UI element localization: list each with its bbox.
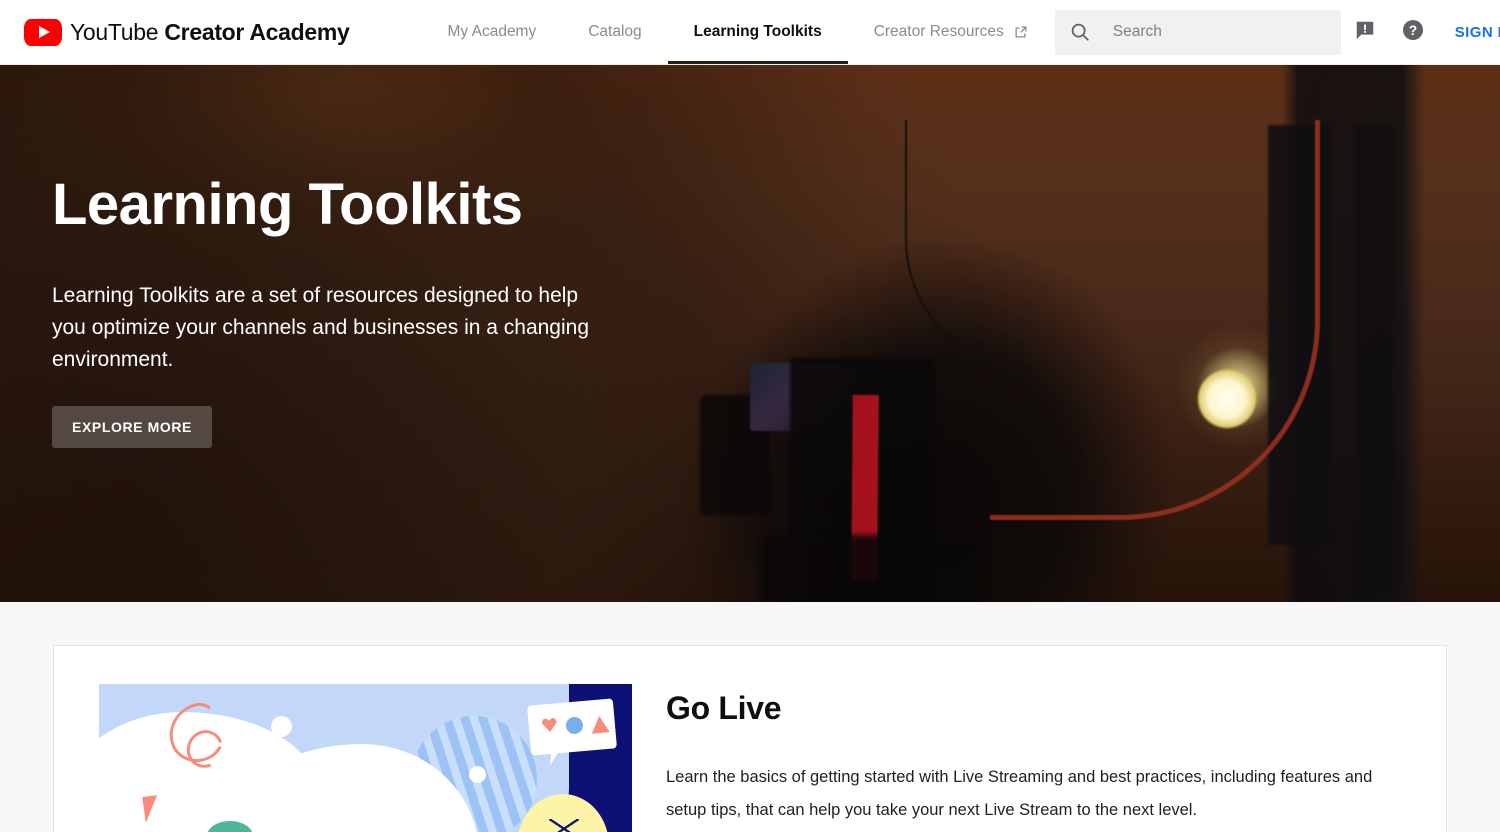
- explore-more-button[interactable]: EXPLORE MORE: [52, 405, 212, 448]
- toolkit-card-title: Go Live: [666, 690, 782, 726]
- nav-item-label: Learning Toolkits: [693, 23, 822, 40]
- help-question-circle-icon: ?: [1401, 18, 1425, 47]
- brand-title-bold: Creator Academy: [164, 18, 350, 45]
- illustration-bubble-triangle: [590, 715, 610, 734]
- primary-navigation: My Academy Catalog Learning Toolkits Cre…: [422, 0, 1055, 64]
- feedback-speech-bubble-icon: [1354, 19, 1376, 46]
- brand-logo-link[interactable]: YouTube Creator Academy: [24, 18, 350, 46]
- header-actions: ? SIGN IN: [1054, 8, 1500, 56]
- help-button[interactable]: ?: [1389, 8, 1437, 56]
- search-icon: [1069, 21, 1091, 43]
- sign-in-button[interactable]: SIGN IN: [1455, 24, 1500, 41]
- youtube-play-icon: [24, 18, 62, 46]
- search-box[interactable]: [1054, 9, 1341, 55]
- illustration-dot-one: [271, 716, 292, 737]
- go-live-illustration: [99, 684, 632, 832]
- search-input[interactable]: [1112, 23, 1323, 41]
- illustration-chat-bubble-tail: [549, 745, 563, 767]
- nav-item-catalog[interactable]: Catalog: [562, 0, 667, 64]
- brand-title: YouTube Creator Academy: [70, 19, 350, 46]
- nav-item-learning-toolkits[interactable]: Learning Toolkits: [667, 0, 848, 64]
- hero-title: Learning Toolkits: [52, 172, 523, 237]
- toolkit-card-thumbnail[interactable]: [54, 646, 632, 832]
- nav-item-label: Creator Resources: [873, 23, 1004, 40]
- svg-text:?: ?: [1409, 23, 1417, 38]
- toolkit-card-description: Learn the basics of getting started with…: [666, 768, 1373, 819]
- toolkit-card-body: Go Live Learn the basics of getting star…: [632, 646, 1446, 832]
- feedback-button[interactable]: [1341, 8, 1389, 56]
- illustration-dot-two: [469, 766, 486, 783]
- nav-item-creator-resources[interactable]: Creator Resources: [848, 0, 1055, 64]
- hero-banner: Learning Toolkits Learning Toolkits are …: [0, 65, 1500, 602]
- site-header: YouTube Creator Academy My Academy Catal…: [0, 0, 1500, 65]
- hero-content: Learning Toolkits Learning Toolkits are …: [52, 172, 652, 448]
- external-link-icon: [1013, 24, 1029, 40]
- toolkit-card-go-live[interactable]: Go Live Learn the basics of getting star…: [53, 645, 1447, 832]
- nav-item-my-academy[interactable]: My Academy: [422, 0, 563, 64]
- main-content: Go Live Learn the basics of getting star…: [0, 602, 1500, 832]
- hero-description: Learning Toolkits are a set of resources…: [52, 283, 590, 371]
- illustration-lightbulb-filament: [549, 819, 579, 832]
- nav-item-label: Catalog: [588, 23, 642, 40]
- nav-item-label: My Academy: [447, 23, 537, 40]
- brand-title-light: YouTube: [70, 18, 165, 45]
